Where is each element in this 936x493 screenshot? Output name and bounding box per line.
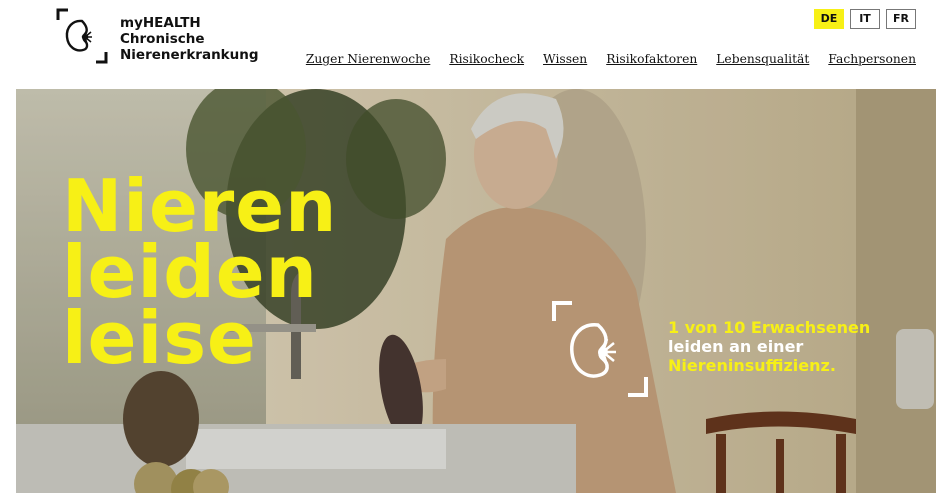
site-header: myHEALTH Chronische Nierenerkrankung DE …: [0, 0, 936, 88]
stat-line3: Niereninsuffizienz.: [668, 356, 836, 375]
nav-link-risikocheck[interactable]: Risikocheck: [449, 52, 524, 66]
language-switcher: DE IT FR: [814, 9, 916, 29]
brand-line1: myHEALTH: [120, 15, 201, 31]
hero-banner: Nieren leiden leise 1 von 10 Erwachsenen…: [16, 89, 936, 493]
brand-line2: Chronische: [120, 31, 205, 47]
nav-link-lebensqualitaet[interactable]: Lebensqualität: [716, 52, 809, 66]
lang-de-button[interactable]: DE: [814, 9, 844, 29]
brand-name: myHEALTH Chronische Nierenerkrankung: [120, 15, 259, 63]
nav-link-wissen[interactable]: Wissen: [543, 52, 587, 66]
nav-link-fachpersonen[interactable]: Fachpersonen: [828, 52, 916, 66]
nav-link-risikofaktoren[interactable]: Risikofaktoren: [606, 52, 697, 66]
lang-fr-button[interactable]: FR: [886, 9, 916, 29]
kidney-outline-icon: [552, 301, 648, 397]
hero-headline: Nieren leiden leise: [62, 170, 337, 380]
headline-line3: leise: [62, 296, 257, 380]
main-nav: Zuger Nierenwoche Risikocheck Wissen Ris…: [306, 52, 916, 66]
kidney-logo-icon: [56, 8, 108, 64]
stat-line2: leiden an einer: [668, 337, 804, 356]
stat-line1: 1 von 10 Erwachsenen: [668, 318, 871, 337]
hero-stat: 1 von 10 Erwachsenen leiden an einer Nie…: [668, 318, 870, 375]
nav-link-zuger-nierenwoche[interactable]: Zuger Nierenwoche: [306, 52, 430, 66]
brand-line3: Nierenerkrankung: [120, 47, 259, 63]
brand-logo[interactable]: myHEALTH Chronische Nierenerkrankung: [56, 8, 266, 68]
lang-it-button[interactable]: IT: [850, 9, 880, 29]
